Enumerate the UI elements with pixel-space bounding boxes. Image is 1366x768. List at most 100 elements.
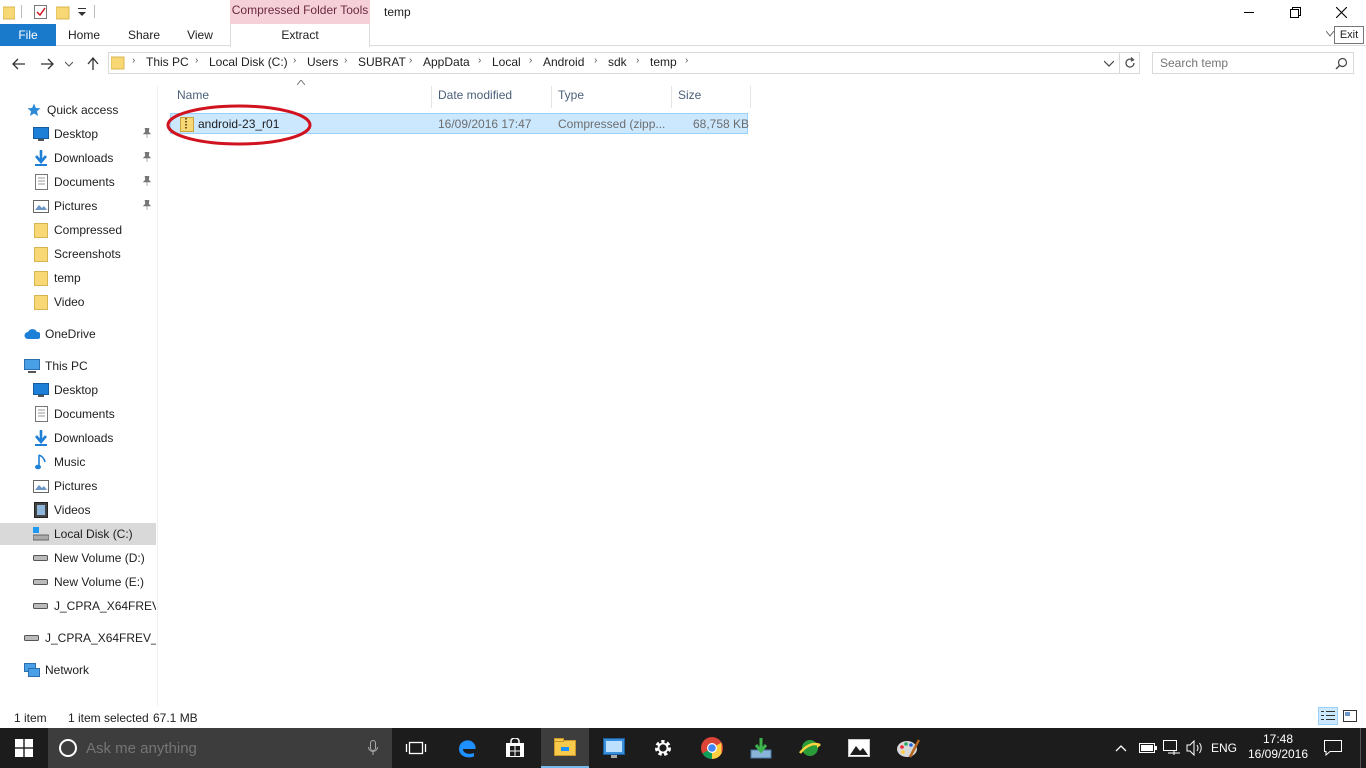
breadcrumb-item[interactable]: Local Disk (C:) — [209, 55, 288, 69]
breadcrumb-item[interactable]: AppData — [423, 55, 470, 69]
qat-customize-icon[interactable] — [77, 6, 87, 18]
forward-button[interactable] — [38, 55, 56, 73]
breadcrumb-item[interactable]: Android — [543, 55, 584, 69]
battery-icon[interactable] — [1138, 738, 1158, 758]
breadcrumb-item[interactable]: Local — [492, 55, 521, 69]
taskbar-network-app[interactable] — [786, 728, 834, 768]
breadcrumb-separator-icon[interactable]: › — [685, 55, 688, 66]
nav-item-videos[interactable]: Videos — [0, 499, 156, 521]
taskbar-edge[interactable] — [443, 728, 491, 768]
tab-file[interactable]: File — [0, 24, 56, 46]
nav-item-documents[interactable]: Documents — [0, 171, 156, 193]
pin-icon[interactable] — [142, 200, 152, 210]
breadcrumb-separator-icon[interactable]: › — [594, 55, 597, 66]
nav-label: Downloads — [54, 151, 114, 165]
search-input[interactable] — [1153, 53, 1329, 73]
taskbar-settings[interactable] — [639, 728, 687, 768]
nav-external-drive[interactable]: J_CPRA_X64FREV_EN- — [0, 627, 156, 649]
restore-button[interactable] — [1272, 0, 1318, 24]
nav-item-compressed[interactable]: Compressed — [0, 219, 156, 241]
nav-onedrive[interactable]: OneDrive — [0, 323, 156, 345]
nav-item-new-volume-d[interactable]: New Volume (D:) — [0, 547, 156, 569]
show-desktop-button[interactable] — [1360, 728, 1366, 768]
nav-item-downloads[interactable]: Downloads — [0, 147, 156, 169]
breadcrumb-separator-icon[interactable]: › — [478, 55, 481, 66]
nav-item-temp[interactable]: temp — [0, 267, 156, 289]
action-center-button[interactable] — [1322, 738, 1344, 758]
minimize-button[interactable] — [1226, 0, 1272, 24]
nav-network[interactable]: Network — [0, 659, 156, 681]
recent-locations-button[interactable] — [63, 55, 75, 73]
close-button[interactable] — [1318, 0, 1364, 24]
address-dropdown-button[interactable] — [1104, 60, 1114, 67]
breadcrumb-item[interactable]: This PC — [146, 55, 189, 69]
pictures-icon — [33, 478, 49, 494]
nav-item-pictures[interactable]: Pictures — [0, 195, 156, 217]
back-button[interactable] — [10, 55, 28, 73]
column-header-date[interactable]: Date modified — [432, 86, 552, 108]
nav-item-pc-downloads[interactable]: Downloads — [0, 427, 156, 449]
nav-item-j-cpra[interactable]: J_CPRA_X64FREV_EN — [0, 595, 156, 617]
breadcrumb-separator-icon[interactable]: › — [344, 55, 347, 66]
cortana-search-input[interactable] — [86, 739, 336, 757]
language-indicator[interactable]: ENG — [1208, 738, 1240, 758]
taskbar-store[interactable] — [491, 728, 539, 768]
breadcrumb-item[interactable]: sdk — [608, 55, 627, 69]
tab-view[interactable]: View — [174, 24, 226, 46]
breadcrumb-separator-icon[interactable]: › — [529, 55, 532, 66]
nav-item-pc-desktop[interactable]: Desktop — [0, 379, 156, 401]
column-header-type[interactable]: Type — [552, 86, 672, 108]
start-button[interactable] — [0, 728, 48, 768]
large-icons-view-button[interactable] — [1340, 707, 1360, 725]
breadcrumb-item[interactable]: SUBRAT — [358, 55, 406, 69]
tab-extract[interactable]: Extract — [230, 24, 370, 47]
cortana-search-box[interactable] — [48, 728, 392, 768]
breadcrumb-separator-icon[interactable]: › — [293, 55, 296, 66]
pin-icon[interactable] — [142, 176, 152, 186]
taskbar-chrome[interactable] — [688, 728, 736, 768]
breadcrumb-separator-icon[interactable]: › — [409, 55, 412, 66]
show-hidden-icons-button[interactable] — [1113, 738, 1129, 758]
breadcrumb-item[interactable]: Users — [307, 55, 338, 69]
videos-icon — [33, 502, 49, 518]
task-view-button[interactable] — [392, 728, 440, 768]
search-box[interactable] — [1152, 52, 1354, 74]
taskbar-photos[interactable] — [835, 728, 883, 768]
nav-item-local-disk-c[interactable]: Local Disk (C:) — [0, 523, 156, 545]
nav-item-screenshots[interactable]: Screenshots — [0, 243, 156, 265]
ribbon-expand-icon[interactable] — [1326, 31, 1334, 37]
breadcrumb-separator-icon[interactable]: › — [636, 55, 639, 66]
nav-item-new-volume-e[interactable]: New Volume (E:) — [0, 571, 156, 593]
details-view-button[interactable] — [1318, 707, 1338, 725]
breadcrumb-item[interactable]: temp — [650, 55, 677, 69]
refresh-button[interactable] — [1120, 52, 1140, 74]
nav-item-desktop[interactable]: Desktop — [0, 123, 156, 145]
taskbar-paint[interactable] — [884, 728, 932, 768]
taskbar-file-explorer[interactable] — [541, 728, 589, 768]
nav-this-pc[interactable]: This PC — [0, 355, 156, 377]
up-button[interactable] — [84, 55, 102, 73]
volume-icon[interactable] — [1186, 738, 1204, 758]
taskbar-clock[interactable]: 17:48 16/09/2016 — [1246, 732, 1310, 762]
pin-icon[interactable] — [142, 128, 152, 138]
new-folder-icon[interactable] — [56, 4, 70, 20]
taskbar-download-manager[interactable] — [737, 728, 785, 768]
search-icon[interactable] — [1335, 57, 1348, 70]
pin-icon[interactable] — [142, 152, 152, 162]
nav-item-pc-pictures[interactable]: Pictures — [0, 475, 156, 497]
nav-item-video[interactable]: Video — [0, 291, 156, 313]
tab-share[interactable]: Share — [118, 24, 170, 46]
local-disk-icon — [33, 526, 49, 542]
nav-item-pc-documents[interactable]: Documents — [0, 403, 156, 425]
taskbar-control-panel[interactable] — [590, 728, 638, 768]
nav-item-music[interactable]: Music — [0, 451, 156, 473]
column-header-size[interactable]: Size — [672, 86, 751, 108]
breadcrumb-separator-icon[interactable]: › — [132, 55, 135, 66]
microphone-icon[interactable] — [368, 740, 378, 756]
tab-home[interactable]: Home — [58, 24, 110, 46]
drive-icon — [24, 630, 40, 646]
properties-icon[interactable] — [33, 4, 49, 20]
network-status-icon[interactable] — [1162, 738, 1182, 758]
breadcrumb-separator-icon[interactable]: › — [195, 55, 198, 66]
nav-quick-access[interactable]: Quick access — [0, 99, 156, 121]
